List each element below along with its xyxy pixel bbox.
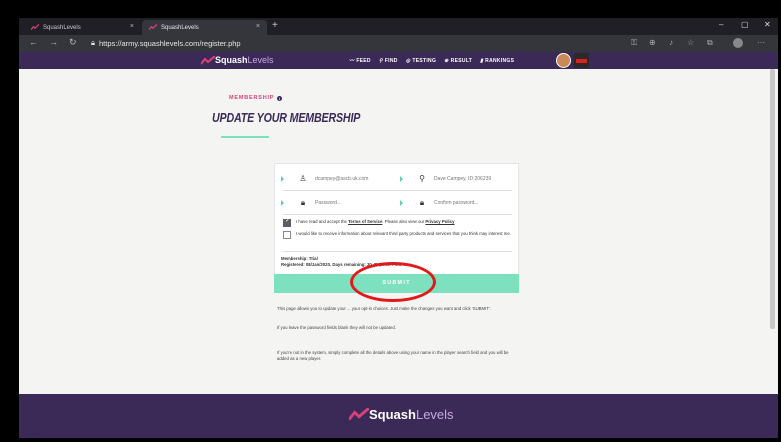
help-paragraph-2: If you leave the password fields blank t… <box>277 325 396 330</box>
site-header: Squash Levels 〰 FEED ⚲ FIND ◎ TESTING ⊕ RESUL… <box>19 52 778 69</box>
password-placeholder: Password... <box>315 199 342 206</box>
browser-tab-1[interactable]: SquashLevels × <box>24 20 141 35</box>
result-icon: ⊕ <box>444 57 449 64</box>
divider <box>283 190 512 191</box>
search-icon: ⚲ <box>378 57 383 64</box>
divider <box>283 251 512 252</box>
terms-prefix: I have read and accept the <box>296 219 349 224</box>
field-marker-icon <box>281 199 284 206</box>
collections-icon[interactable]: ⧉ <box>707 38 713 48</box>
logo-text-main: Squash <box>215 55 248 65</box>
more-menu-icon[interactable]: ··· <box>757 38 765 47</box>
lock-icon: 🔒︎ <box>91 38 95 47</box>
nav-label: TESTING <box>412 57 437 64</box>
footer-logo-accent: Levels <box>415 407 454 422</box>
nav-label: RESULT <box>450 57 473 64</box>
nav-find[interactable]: ⚲ FIND <box>379 57 398 64</box>
key-icon[interactable]: ⚿ <box>631 38 637 48</box>
field-marker-icon <box>281 175 284 182</box>
section-label: MEMBERSHIP i <box>229 95 283 101</box>
squashlevels-favicon-icon <box>149 24 157 31</box>
profile-avatar[interactable] <box>733 38 743 48</box>
user-avatar[interactable] <box>556 53 571 68</box>
read-aloud-icon[interactable]: ♪ <box>669 38 673 47</box>
close-tab-icon[interactable]: × <box>256 23 260 30</box>
club-badge[interactable] <box>574 53 589 68</box>
lock-icon: 🔒︎ <box>300 197 306 207</box>
site-footer: Squash Levels <box>19 394 778 438</box>
url-field[interactable]: 🔒︎ https://army.squashlevels.com/registe… <box>91 38 241 48</box>
divider <box>283 214 512 215</box>
url-text: https://army.squashlevels.com/register.p… <box>99 38 241 48</box>
favorite-icon[interactable]: ☆ <box>687 38 694 47</box>
thirdparty-checkbox-row: I would like to receive information abou… <box>283 231 513 239</box>
email-field[interactable]: ♙ dcampey@ascb.uk.com <box>281 169 396 188</box>
feed-icon: 〰 <box>349 58 355 64</box>
privacy-policy-link[interactable]: Privacy Policy <box>425 219 454 224</box>
minimize-button[interactable]: – <box>719 20 723 29</box>
forward-icon[interactable]: → <box>49 37 58 47</box>
info-icon[interactable]: i <box>277 95 283 101</box>
testing-icon: ◎ <box>405 57 411 64</box>
site-logo[interactable]: Squash Levels <box>201 55 274 65</box>
lock-icon: 🔒︎ <box>419 197 425 207</box>
field-marker-icon <box>400 175 403 182</box>
squashlevels-favicon-icon <box>31 24 39 31</box>
footer-logo[interactable]: Squash Levels <box>349 407 454 422</box>
player-search-field[interactable]: ⚲ Dave Campey, ID:206239 <box>400 169 515 188</box>
tab-title: SquashLevels <box>161 24 199 31</box>
address-bar: ← → ↻ 🔒︎ https://army.squashlevels.com/r… <box>19 35 778 52</box>
terms-checkbox[interactable] <box>283 219 291 227</box>
browser-tab-2-active[interactable]: SquashLevels × <box>142 20 267 35</box>
maximize-button[interactable]: ▢ <box>741 20 749 29</box>
back-icon[interactable]: ← <box>29 37 38 47</box>
red-circle-annotation <box>350 262 436 302</box>
nav-label: FIND <box>384 57 398 64</box>
footer-logo-main: Squash <box>369 407 416 422</box>
rankings-icon: ▮ <box>480 57 484 64</box>
user-icon: ♙ <box>299 174 307 183</box>
nav-testing[interactable]: ◎ TESTING <box>406 57 436 64</box>
title-underline <box>221 136 269 138</box>
field-marker-icon <box>400 199 403 206</box>
refresh-icon[interactable]: ↻ <box>69 37 77 48</box>
terms-checkbox-row: I have read and accept the Terms of Serv… <box>283 219 513 227</box>
page-title: UPDATE YOUR MEMBERSHIP <box>212 110 361 125</box>
terms-of-service-link[interactable]: Terms of Service <box>348 219 382 224</box>
close-window-button[interactable]: ✕ <box>764 20 771 29</box>
help-paragraph-1: This page allows you to update your ... … <box>277 306 491 311</box>
close-tab-icon[interactable]: × <box>130 23 134 30</box>
email-value: dcampey@ascb.uk.com <box>315 175 369 182</box>
terms-text: I have read and accept the Terms of Serv… <box>296 219 455 225</box>
thirdparty-checkbox[interactable] <box>283 231 291 239</box>
squashlevels-logo-icon <box>349 408 369 421</box>
nav-result[interactable]: ⊕ RESULT <box>444 57 472 64</box>
help-paragraph-3: If you're not in the system, simply comp… <box>277 350 509 361</box>
player-name-value: Dave Campey, ID:206239 <box>434 175 492 182</box>
squashlevels-logo-icon <box>201 55 215 65</box>
thirdparty-text: I would like to receive information abou… <box>296 231 511 236</box>
nav-feed[interactable]: 〰 FEED <box>349 57 371 65</box>
nav-rankings[interactable]: ▮ RANKINGS <box>480 57 514 64</box>
terms-mid: . Please also view our <box>382 219 426 224</box>
main-nav: 〰 FEED ⚲ FIND ◎ TESTING ⊕ RESULT ▮ RANKINGS <box>349 57 514 65</box>
search-icon: ⚲ <box>419 174 425 183</box>
membership-status: Membership: Trial <box>281 256 318 261</box>
page-scrollbar[interactable] <box>770 69 775 329</box>
section-label-text: MEMBERSHIP <box>229 95 275 101</box>
new-tab-button[interactable]: + <box>272 20 278 31</box>
browser-window: SquashLevels × SquashLevels × + – ▢ ✕ ← … <box>19 18 778 438</box>
confirm-password-placeholder: Confirm password... <box>434 199 479 206</box>
nav-label: RANKINGS <box>485 57 515 64</box>
zoom-icon[interactable]: ⊕ <box>649 38 656 47</box>
confirm-password-field[interactable]: 🔒︎ Confirm password... <box>400 193 515 212</box>
tab-strip: SquashLevels × SquashLevels × + – ▢ ✕ <box>19 18 778 35</box>
tab-title: SquashLevels <box>43 24 81 31</box>
membership-form: ♙ dcampey@ascb.uk.com ⚲ Dave Campey, ID:… <box>274 163 519 275</box>
nav-label: FEED <box>356 57 371 64</box>
password-field[interactable]: 🔒︎ Password... <box>281 193 396 212</box>
logo-text-accent: Levels <box>247 55 274 65</box>
